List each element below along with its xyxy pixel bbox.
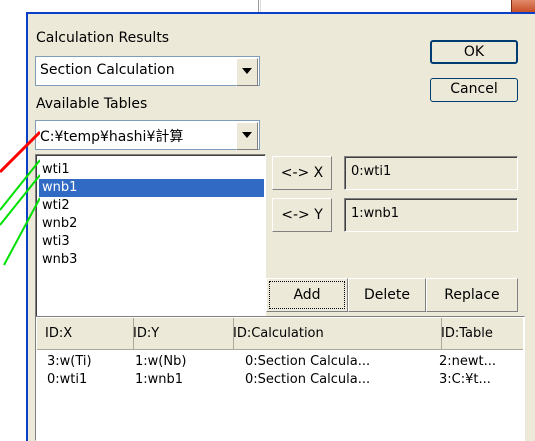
list-item[interactable]: wnb2 bbox=[39, 215, 264, 233]
green-annotation-line bbox=[3, 197, 40, 266]
columns-listbox[interactable]: wti1 wnb1 wti2 wnb2 wti3 wnb3 bbox=[35, 154, 266, 320]
list-item[interactable]: wti2 bbox=[39, 197, 264, 215]
available-tables-label: Available Tables bbox=[36, 96, 148, 112]
calculation-results-value: Section Calculation bbox=[40, 62, 175, 78]
column-header-id-x[interactable]: ID:X bbox=[37, 318, 134, 350]
chevron-down-icon[interactable] bbox=[236, 58, 258, 86]
cell-id-y: 1:w(Nb) bbox=[135, 354, 187, 369]
list-item-selected[interactable]: wnb1 bbox=[39, 179, 264, 197]
delete-button[interactable]: Delete bbox=[348, 278, 426, 312]
calculation-results-dropdown[interactable]: Section Calculation bbox=[35, 56, 260, 86]
available-tables-value: C:¥temp¥hashi¥計算 bbox=[40, 129, 184, 145]
cancel-button[interactable]: Cancel bbox=[430, 78, 518, 102]
chevron-down-icon[interactable] bbox=[236, 122, 258, 150]
table-header: ID:X ID:Y ID:Calculation ID:Table bbox=[37, 318, 523, 350]
annotation-lines bbox=[0, 130, 40, 266]
swap-x-button[interactable]: <-> X bbox=[272, 156, 332, 190]
cell-id-calculation: 0:Section Calcula... bbox=[245, 354, 371, 369]
cell-id-x: 0:wti1 bbox=[47, 372, 88, 387]
cell-id-y: 1:wnb1 bbox=[135, 372, 184, 387]
list-item[interactable]: wnb3 bbox=[39, 251, 264, 269]
ok-button[interactable]: OK bbox=[430, 40, 518, 64]
cell-id-x: 3:w(Ti) bbox=[47, 354, 92, 369]
cell-id-table: 2:newt... bbox=[439, 354, 497, 369]
column-header-id-y[interactable]: ID:Y bbox=[125, 318, 234, 350]
list-item[interactable]: wti3 bbox=[39, 233, 264, 251]
table-row[interactable]: 0:wti1 1:wnb1 0:Section Calcula... 3:C:¥… bbox=[37, 372, 523, 390]
table-row[interactable]: 3:w(Ti) 1:w(Nb) 0:Section Calcula... 2:n… bbox=[37, 354, 523, 372]
x-column-field: 0:wti1 bbox=[344, 156, 518, 190]
column-header-id-calculation[interactable]: ID:Calculation bbox=[225, 318, 442, 350]
list-item[interactable]: wti1 bbox=[39, 161, 264, 179]
add-button[interactable]: Add bbox=[266, 278, 348, 312]
green-annotation-line bbox=[0, 174, 40, 226]
cell-id-calculation: 0:Section Calcula... bbox=[245, 372, 371, 387]
cell-id-table: 3:C:¥t... bbox=[439, 372, 491, 387]
swap-y-button[interactable]: <-> Y bbox=[272, 198, 332, 232]
calculation-results-label: Calculation Results bbox=[36, 30, 170, 46]
available-tables-dropdown[interactable]: C:¥temp¥hashi¥計算 bbox=[35, 120, 260, 150]
column-header-id-table[interactable]: ID:Table bbox=[433, 318, 531, 350]
replace-button[interactable]: Replace bbox=[426, 278, 518, 312]
y-column-field: 1:wnb1 bbox=[344, 198, 518, 232]
